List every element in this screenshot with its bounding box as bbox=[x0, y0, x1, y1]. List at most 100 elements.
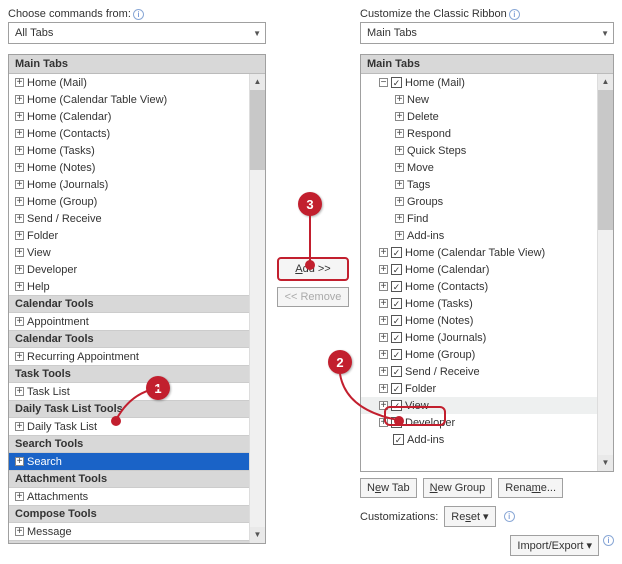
tree-item[interactable]: Home (Calendar Table View) bbox=[9, 91, 249, 108]
tree-item[interactable]: Tags bbox=[361, 176, 597, 193]
tree-item[interactable]: Groups bbox=[361, 193, 597, 210]
tree-item-search[interactable]: Search bbox=[9, 453, 249, 470]
tree-item[interactable]: Quick Steps bbox=[361, 142, 597, 159]
expand-icon[interactable] bbox=[15, 265, 24, 274]
tree-item[interactable]: Respond bbox=[361, 125, 597, 142]
expand-icon[interactable] bbox=[15, 492, 24, 501]
tree-item[interactable]: Message bbox=[9, 523, 249, 540]
tree-item[interactable]: Home (Contacts) bbox=[9, 125, 249, 142]
tree-item[interactable]: Delete bbox=[361, 108, 597, 125]
tree-item[interactable]: Home (Journals) bbox=[9, 176, 249, 193]
tree-item[interactable]: Home (Calendar) bbox=[361, 261, 597, 278]
expand-icon[interactable] bbox=[15, 387, 24, 396]
checkbox[interactable] bbox=[391, 332, 402, 343]
tree-item[interactable]: Home (Notes) bbox=[9, 159, 249, 176]
commands-listbox[interactable]: Main Tabs Home (Mail)Home (Calendar Tabl… bbox=[8, 54, 266, 544]
tree-item[interactable]: Appointment bbox=[9, 313, 249, 330]
checkbox[interactable] bbox=[391, 366, 402, 377]
checkbox[interactable] bbox=[391, 298, 402, 309]
tree-item[interactable]: Home (Group) bbox=[9, 193, 249, 210]
tree-item[interactable]: Task List bbox=[9, 383, 249, 400]
checkbox[interactable] bbox=[393, 434, 404, 445]
rename-button[interactable]: Rename... bbox=[498, 478, 563, 498]
checkbox[interactable] bbox=[391, 349, 402, 360]
choose-commands-combo[interactable]: All Tabs▼ bbox=[8, 22, 266, 44]
expand-icon[interactable] bbox=[379, 316, 388, 325]
expand-icon[interactable] bbox=[395, 197, 404, 206]
tree-item[interactable]: Folder bbox=[9, 227, 249, 244]
scrollbar[interactable]: ▲ ▼ bbox=[249, 74, 265, 543]
tree-item[interactable]: Find bbox=[361, 210, 597, 227]
checkbox[interactable] bbox=[391, 315, 402, 326]
tree-item[interactable]: Developer bbox=[9, 261, 249, 278]
expand-icon[interactable] bbox=[15, 129, 24, 138]
expand-icon[interactable] bbox=[15, 422, 24, 431]
expand-icon[interactable] bbox=[15, 112, 24, 121]
tree-item[interactable]: View bbox=[9, 244, 249, 261]
expand-icon[interactable] bbox=[379, 265, 388, 274]
expand-icon[interactable] bbox=[395, 129, 404, 138]
tree-item[interactable]: Home (Group) bbox=[361, 346, 597, 363]
expand-icon[interactable] bbox=[15, 163, 24, 172]
expand-icon[interactable] bbox=[15, 282, 24, 291]
expand-icon[interactable] bbox=[395, 95, 404, 104]
expand-icon[interactable] bbox=[15, 214, 24, 223]
expand-icon[interactable] bbox=[15, 197, 24, 206]
checkbox[interactable] bbox=[391, 383, 402, 394]
expand-icon[interactable] bbox=[395, 163, 404, 172]
tree-item[interactable]: Home (Contacts) bbox=[361, 278, 597, 295]
tree-item[interactable]: Home (Journals) bbox=[361, 329, 597, 346]
expand-icon[interactable] bbox=[379, 282, 388, 291]
tree-item[interactable]: New bbox=[361, 91, 597, 108]
expand-icon[interactable] bbox=[395, 231, 404, 240]
scrollbar[interactable]: ▲ ▼ bbox=[597, 74, 613, 471]
new-group-button[interactable]: New Group bbox=[423, 478, 493, 498]
checkbox[interactable] bbox=[391, 77, 402, 88]
expand-icon[interactable] bbox=[15, 248, 24, 257]
tree-item[interactable]: Send / Receive bbox=[361, 363, 597, 380]
expand-icon[interactable] bbox=[379, 350, 388, 359]
tree-item[interactable]: Help bbox=[9, 278, 249, 295]
tree-item[interactable]: Home (Mail) bbox=[361, 74, 597, 91]
expand-icon[interactable] bbox=[15, 457, 24, 466]
expand-icon[interactable] bbox=[379, 248, 388, 257]
tree-item[interactable]: Home (Calendar Table View) bbox=[361, 244, 597, 261]
expand-icon[interactable] bbox=[15, 352, 24, 361]
expand-icon[interactable] bbox=[395, 180, 404, 189]
expand-icon[interactable] bbox=[15, 180, 24, 189]
tree-item[interactable]: Add-ins bbox=[361, 227, 597, 244]
expand-icon[interactable] bbox=[395, 112, 404, 121]
tree-item[interactable]: Home (Calendar) bbox=[9, 108, 249, 125]
expand-icon[interactable] bbox=[379, 299, 388, 308]
checkbox[interactable] bbox=[391, 281, 402, 292]
expand-icon[interactable] bbox=[15, 527, 24, 536]
tree-item[interactable]: Folder bbox=[361, 380, 597, 397]
import-export-button[interactable]: Import/Export ▾ bbox=[510, 535, 599, 556]
customize-ribbon-combo[interactable]: Main Tabs▼ bbox=[360, 22, 614, 44]
expand-icon[interactable] bbox=[379, 367, 388, 376]
tree-item[interactable]: Move bbox=[361, 159, 597, 176]
tree-item[interactable]: Home (Tasks) bbox=[361, 295, 597, 312]
checkbox[interactable] bbox=[391, 264, 402, 275]
tree-item[interactable]: Daily Task List bbox=[9, 418, 249, 435]
tree-item[interactable]: Home (Notes) bbox=[361, 312, 597, 329]
tree-item[interactable]: Recurring Appointment bbox=[9, 348, 249, 365]
expand-icon[interactable] bbox=[15, 95, 24, 104]
tree-item[interactable]: Send / Receive bbox=[9, 210, 249, 227]
expand-icon[interactable] bbox=[15, 231, 24, 240]
reset-button[interactable]: Reset ▾ bbox=[444, 506, 495, 527]
expand-icon[interactable] bbox=[15, 146, 24, 155]
checkbox[interactable] bbox=[391, 247, 402, 258]
tree-item[interactable]: Home (Mail) bbox=[9, 74, 249, 91]
expand-icon[interactable] bbox=[395, 214, 404, 223]
collapse-icon[interactable] bbox=[379, 78, 388, 87]
new-tab-button[interactable]: New Tab bbox=[360, 478, 417, 498]
tree-item[interactable]: Attachments bbox=[9, 488, 249, 505]
expand-icon[interactable] bbox=[379, 384, 388, 393]
tree-item[interactable]: Home (Tasks) bbox=[9, 142, 249, 159]
expand-icon[interactable] bbox=[379, 333, 388, 342]
expand-icon[interactable] bbox=[15, 78, 24, 87]
expand-icon[interactable] bbox=[15, 317, 24, 326]
expand-icon[interactable] bbox=[395, 146, 404, 155]
tree-item[interactable]: Add-ins bbox=[361, 431, 597, 448]
